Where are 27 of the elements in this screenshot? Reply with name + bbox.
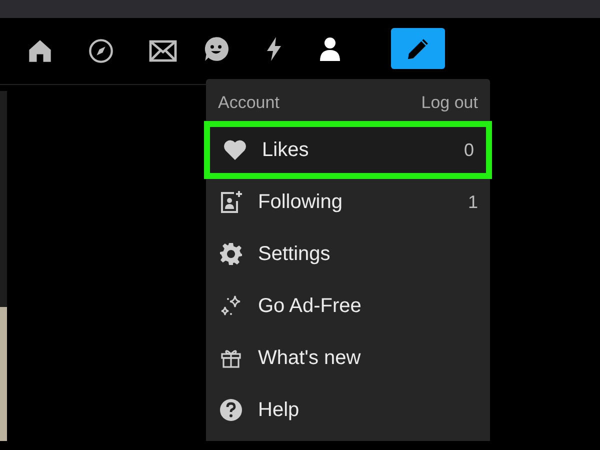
item-count: 1 — [468, 190, 478, 214]
menu-item[interactable]: Following 1 — [206, 176, 490, 228]
gift-icon — [220, 347, 242, 369]
menu-item[interactable]: Settings — [206, 228, 490, 280]
sparkles-icon — [219, 294, 243, 318]
heart-icon — [223, 139, 247, 161]
logout-link[interactable]: Log out — [421, 90, 478, 116]
person-card-icon — [219, 190, 243, 214]
smiley-chat-icon — [203, 36, 229, 62]
lightning-icon — [264, 36, 284, 62]
menu-title: Account — [218, 92, 280, 114]
menu-item[interactable]: What's new — [206, 332, 490, 384]
home-icon — [27, 38, 53, 64]
nav-tab[interactable] — [87, 37, 115, 65]
compose-button[interactable] — [391, 28, 445, 69]
item-count: 0 — [464, 138, 474, 162]
nav-tab[interactable] — [148, 39, 178, 63]
compass-icon — [88, 38, 114, 64]
help-icon — [219, 398, 243, 422]
menu-item[interactable]: Go Ad-Free — [206, 280, 490, 332]
settings-icon — [219, 242, 243, 266]
nav-tab[interactable] — [318, 36, 342, 62]
envelope-icon — [149, 40, 177, 62]
nav-tab[interactable] — [202, 34, 230, 62]
menu-item[interactable]: Help — [206, 384, 490, 436]
person-icon — [319, 36, 341, 60]
menu-item[interactable]: Likes 0 — [204, 121, 492, 179]
